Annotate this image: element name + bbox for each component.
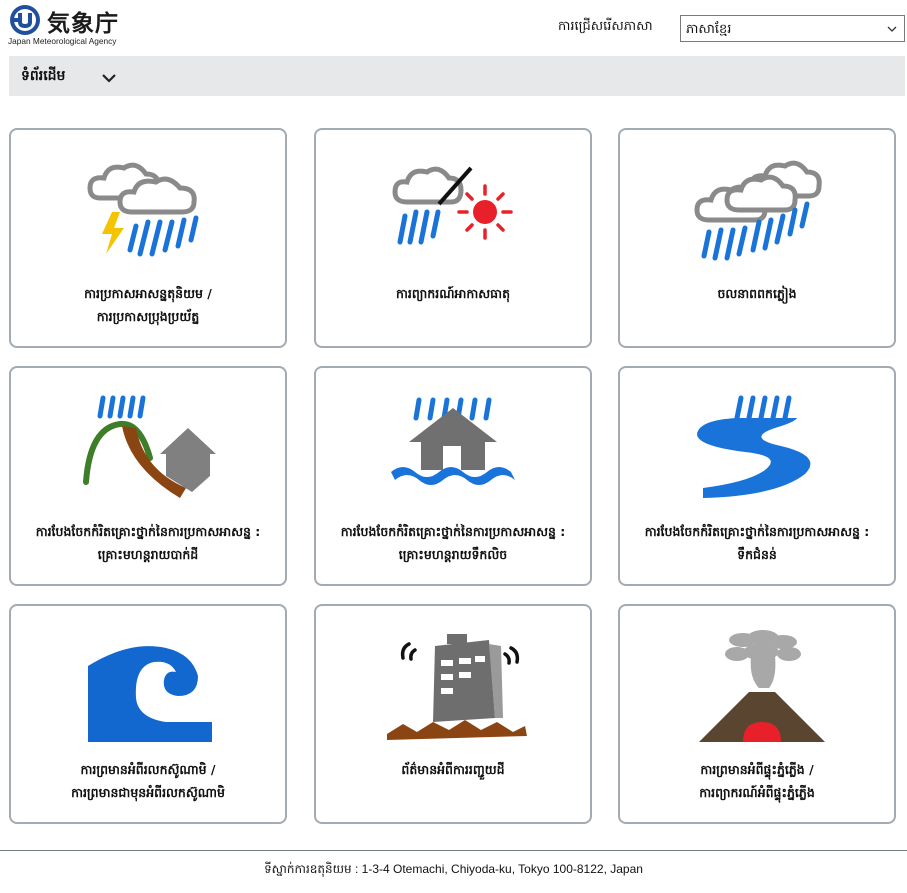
card-landslide-risk[interactable]: ការបែងចែកកំរិតគ្រោះថ្នាក់នៃការប្រកាសអាសន…	[9, 366, 287, 586]
card-label: ការប្រកាសអាសន្នតុនិយម / ការប្រកាសប្រុងប្…	[11, 282, 285, 328]
chevron-down-icon[interactable]	[101, 72, 117, 84]
card-label-line1: ការព្រមានអំពីរលកស៊ូណាមិ /	[80, 762, 216, 777]
card-label-line1: ព័ត៌មានអំពីការរញ្ជួយដី	[401, 762, 505, 777]
card-label: ការព្រមានអំពីរលកស៊ូណាមិ / ការព្រមានជាមុន…	[11, 758, 285, 804]
card-label-line2: ទឹកជំនន់	[737, 547, 777, 562]
language-select-value: ភាសាខ្មែរ	[686, 22, 732, 37]
river-flood-icon	[697, 395, 811, 498]
jma-emblem-icon	[10, 5, 40, 35]
card-label: ការព្យាករណ៍អាកាសធាតុ	[316, 282, 590, 305]
heavy-rain-icon	[694, 160, 822, 261]
logo-english-text: Japan Meteorological Agency	[8, 36, 117, 46]
card-label: ការព្រមានអំពីផ្ទុះភ្នំភ្លើង / ការព្យាករណ…	[620, 758, 894, 804]
jma-logo[interactable]: 気象庁 Japan Meteorological Agency	[8, 3, 123, 47]
language-select-label: ការជ្រើសរើសភាសា	[558, 19, 653, 34]
tsunami-wave-icon	[88, 646, 212, 742]
card-weather-warnings[interactable]: ការប្រកាសអាសន្នតុនិយម / ការប្រកាសប្រុងប្…	[9, 128, 287, 348]
weather-forecast-icon	[392, 166, 513, 245]
footer-address: ទីស្នាក់ការឧតុនិយម : 1-3-4 Otemachi, Chi…	[264, 862, 643, 876]
card-label-line2: ការព្យាករណ៍អំពីផ្ទុះភ្នំភ្លើង	[699, 785, 815, 800]
card-label-line2: គ្រោះមហន្តរាយបាក់ដី	[97, 547, 199, 562]
nav-home-link[interactable]: ទំព័រដើម	[21, 66, 65, 87]
flood-house-icon	[391, 397, 515, 485]
card-label-line1: ការបែងចែកកំរិតគ្រោះថ្នាក់នៃការប្រកាសអាសន…	[340, 524, 566, 539]
card-label-line1: ចលនាពពកភ្លៀង	[717, 286, 797, 301]
card-label: ការបែងចែកកំរិតគ្រោះថ្នាក់នៃការប្រកាសអាសន…	[11, 520, 285, 566]
card-label-line1: ការព្យាករណ៍អាកាសធាតុ	[395, 286, 510, 301]
card-volcanic-warnings[interactable]: ការព្រមានអំពីផ្ទុះភ្នំភ្លើង / ការព្យាករណ…	[618, 604, 896, 824]
card-label-line1: ការប្រកាសអាសន្នតុនិយម /	[84, 286, 212, 301]
card-label-line2: គ្រោះមហន្តរាយទឹកលិច	[398, 547, 508, 562]
landslide-icon	[83, 395, 216, 498]
site-header: 気象庁 Japan Meteorological Agency ការជ្រើស…	[0, 0, 907, 50]
card-label: ចលនាពពកភ្លៀង	[620, 282, 894, 305]
logo-japanese-text: 気象庁	[47, 10, 119, 37]
language-select[interactable]: ភាសាខ្មែរ	[680, 15, 905, 42]
card-label-line1: ការបែងចែកកំរិតគ្រោះថ្នាក់នៃការប្រកាសអាសន…	[35, 524, 261, 539]
card-tsunami-warnings[interactable]: ការព្រមានអំពីរលកស៊ូណាមិ / ការព្រមានជាមុន…	[9, 604, 287, 824]
card-label-line2: ការព្រមានជាមុនអំពីរលកស៊ូណាមិ	[71, 785, 225, 800]
card-weather-forecast[interactable]: ការព្យាករណ៍អាកាសធាតុ	[314, 128, 592, 348]
breadcrumb-nav: ទំព័រដើម	[9, 56, 905, 96]
card-label: ការបែងចែកកំរិតគ្រោះថ្នាក់នៃការប្រកាសអាសន…	[620, 520, 894, 566]
card-rain-cloud-movement[interactable]: ចលនាពពកភ្លៀង	[618, 128, 896, 348]
card-inundation-risk[interactable]: ការបែងចែកកំរិតគ្រោះថ្នាក់នៃការប្រកាសអាសន…	[314, 366, 592, 586]
card-label-line2: ការប្រកាសប្រុងប្រយ័ត្ន	[96, 309, 200, 324]
card-label: ការបែងចែកកំរិតគ្រោះថ្នាក់នៃការប្រកាសអាសន…	[316, 520, 590, 566]
footer-divider	[0, 850, 907, 851]
card-label-line1: ការបែងចែកកំរិតគ្រោះថ្នាក់នៃការប្រកាសអាសន…	[644, 524, 870, 539]
card-flood-risk[interactable]: ការបែងចែកកំរិតគ្រោះថ្នាក់នៃការប្រកាសអាសន…	[618, 366, 896, 586]
card-label: ព័ត៌មានអំពីការរញ្ជួយដី	[316, 758, 590, 781]
thunderstorm-icon	[87, 162, 199, 257]
card-label-line1: ការព្រមានអំពីផ្ទុះភ្នំភ្លើង /	[700, 762, 814, 777]
volcano-icon	[699, 630, 825, 742]
card-earthquake-information[interactable]: ព័ត៌មានអំពីការរញ្ជួយដី	[314, 604, 592, 824]
chevron-down-icon	[887, 26, 897, 32]
earthquake-building-icon	[387, 634, 527, 740]
